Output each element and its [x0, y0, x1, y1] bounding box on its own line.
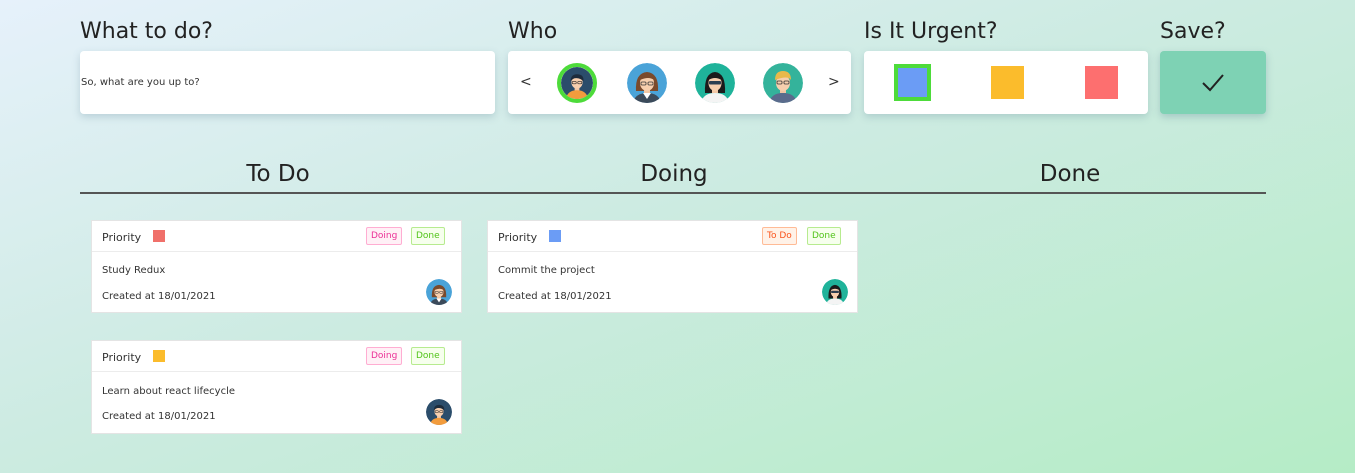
priority-swatch [549, 230, 561, 242]
urgency-high-swatch[interactable] [1085, 66, 1118, 99]
column-header-todo: To Do [246, 161, 310, 187]
move-to-done-button[interactable]: Done [807, 227, 841, 245]
task-input[interactable] [80, 51, 495, 114]
column-header-doing: Doing [640, 161, 708, 187]
card-header: Priority To Do Done [488, 221, 857, 252]
save-label: Save? [1160, 19, 1226, 44]
priority-swatch [153, 350, 165, 362]
assignee-picker: < > [508, 51, 851, 114]
what-to-do-label: What to do? [80, 19, 213, 44]
move-to-todo-button[interactable]: To Do [762, 227, 797, 245]
checkmark-icon [1202, 73, 1224, 91]
task-card: Priority Doing Done Learn about react li… [91, 340, 462, 434]
chevron-right-icon[interactable]: > [828, 73, 840, 91]
avatar-woman-glasses-icon[interactable] [695, 63, 735, 103]
card-created-date: Created at 18/01/2021 [498, 291, 612, 302]
urgency-picker [864, 51, 1148, 114]
move-to-doing-button[interactable]: Doing [366, 227, 403, 245]
avatar-woman-glasses-icon [822, 279, 848, 305]
save-button[interactable] [1160, 51, 1266, 114]
move-to-done-button[interactable]: Done [411, 347, 445, 365]
urgency-low-swatch[interactable] [894, 64, 931, 101]
card-created-date: Created at 18/01/2021 [102, 411, 216, 422]
move-to-done-button[interactable]: Done [411, 227, 445, 245]
column-header-done: Done [1039, 161, 1101, 187]
priority-label: Priority [498, 231, 538, 244]
task-card: Priority To Do Done Commit the project C… [487, 220, 858, 313]
priority-label: Priority [102, 351, 142, 364]
avatar-man-dark-hair-icon[interactable] [557, 63, 597, 103]
card-header: Priority Doing Done [92, 221, 461, 252]
task-card: Priority Doing Done Study Redux Created … [91, 220, 462, 313]
avatar-man-blond-glasses-icon[interactable] [763, 63, 803, 103]
avatar-man-dark-hair-icon [426, 399, 452, 425]
move-to-doing-button[interactable]: Doing [366, 347, 403, 365]
avatar-woman-brown-hair-icon[interactable] [627, 63, 667, 103]
priority-label: Priority [102, 231, 142, 244]
card-created-date: Created at 18/01/2021 [102, 291, 216, 302]
task-input-panel [80, 51, 495, 114]
urgency-medium-swatch[interactable] [991, 66, 1024, 99]
priority-swatch [153, 230, 165, 242]
who-label: Who [508, 19, 558, 44]
chevron-left-icon[interactable]: < [520, 73, 532, 91]
avatar-woman-brown-hair-icon [426, 279, 452, 305]
urgency-label: Is It Urgent? [864, 19, 998, 44]
card-title: Learn about react lifecycle [102, 386, 236, 397]
card-header: Priority Doing Done [92, 341, 461, 372]
card-title: Study Redux [102, 265, 166, 276]
card-title: Commit the project [498, 265, 595, 276]
board-divider [80, 192, 1266, 194]
